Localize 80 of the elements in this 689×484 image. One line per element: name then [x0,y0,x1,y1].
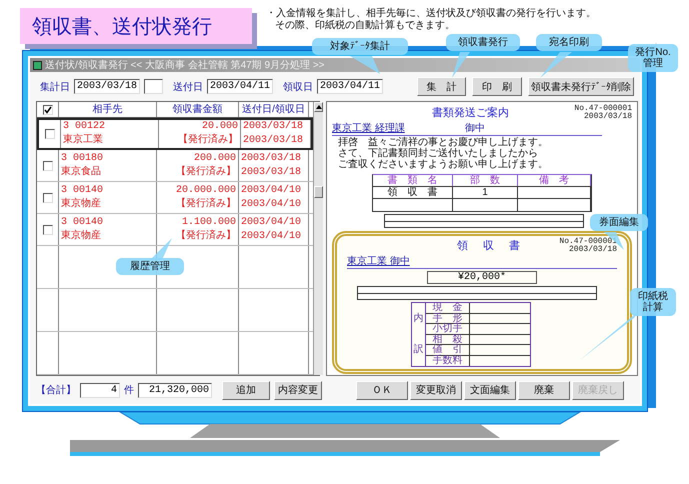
honorific-text: 御中 [464,122,485,135]
customer-name: 東京食品 [61,166,101,180]
letter-number: No.47-000001 [574,105,632,113]
customer-code: 3 00122 [63,120,106,134]
send-date: 2003/03/18 [243,120,304,134]
status-text: 【発行済み】 [176,230,236,244]
field-label: 集計日 [40,80,70,94]
send-date: 2003/04/10 [241,184,302,198]
status-text: 【発行済み】 [176,198,236,212]
total-label: 【合計】 [36,384,76,397]
table-cell: 小切手 [426,324,470,334]
customer-name: 東京物産 [61,230,101,244]
amount-text: 1.100.000 [182,216,236,230]
table-row[interactable]: 3 00122 東京工業 20.000 【発行済み】 2003/03/18 2003/03/18 [37,118,313,150]
send-date: 2003/03/18 [241,152,302,166]
table-cell: 相 殺 [426,334,470,344]
footer-button[interactable]: 廃棄 [518,380,570,400]
column-header: 備 考 [518,175,591,186]
table-row[interactable]: 3 00180 東京食品 200.000 【発行済み】 2003/03/18 2003/03/18 [37,150,313,182]
letter-body: 拝啓 益々ご清祥の事とお慶び申し上げます。 さて、下記書類同封ご送付いたしましたから ご査収くださいますようお願い申し上げます。 [338,137,549,170]
table-cell: 1 [453,187,518,198]
receipt-date: 2003/03/18 [243,134,304,148]
callout-label: 印紙税計算 [630,288,676,316]
table-cell: 手 形 [426,314,470,324]
customer-code: 3 00180 [61,152,104,166]
footer-button[interactable]: 変更取消 [410,380,462,400]
breakdown-label: 訳 [414,345,424,356]
column-header: 送付日/領収日 [239,102,309,117]
addressee-text: 東京工業 経理課 [332,122,405,135]
receipt-date: 2003/03/18 [568,246,617,254]
toolbar-button[interactable]: 領収書未発行ﾃﾞｰﾀ削除 [528,77,634,96]
column-header: 書 類 名 [373,175,453,186]
status-text: 【発行済み】 [176,166,236,180]
table-row[interactable]: 3 00140 東京物産 1.100.000 【発行済み】 2003/04/10 2003/04/10 [37,214,313,246]
callout-label: 発行No.管理 [628,44,678,72]
amount-text: 20.000 [202,120,238,134]
date-field[interactable]: 2003/04/11 [207,79,274,94]
addressee-text: 東京工業 御中 [347,254,410,268]
receipt-date: 2003/04/10 [241,230,302,244]
receipt-title: 領 収 書 [457,239,522,253]
description-text: その際、印紙税の自動計算もできます。 [274,20,456,32]
letter-date: 2003/03/18 [584,113,632,121]
customer-name: 東京工業 [63,134,103,148]
total-field: 21,320,000 [138,382,212,398]
footer-button[interactable]: 文面編集 [464,380,516,400]
table-cell: 領 収 書 [373,187,453,198]
letter-title: 書類発送ご案内 [432,106,509,120]
status-text: 【発行済み】 [178,134,238,148]
description-text: ・入金情報を集計し、相手先毎に、送付状及び領収書の発行を行います。 [266,8,596,20]
unit-label: 件 [124,384,134,397]
table-cell: 値 引 [426,345,470,355]
action-button[interactable]: 内容変更 [274,380,322,400]
date-field[interactable]: 2003/03/18 [74,79,140,94]
window-title: 送付状/領収書発行 << 大阪商事 会社管轄 第47期 9月分処理 >> [45,58,324,72]
action-button[interactable]: 追加 [222,380,270,400]
amount-text: 20.000.000 [176,184,236,198]
column-header: 部 数 [453,175,518,186]
receipt-date: 2003/03/18 [241,166,302,180]
footer-button[interactable]: ＯＫ [356,380,408,400]
field-label: 送付日 [173,80,204,94]
toolbar-button[interactable]: 印 刷 [472,77,522,96]
table-row[interactable]: 3 00140 東京物産 20.000.000 【発行済み】 2003/04/10 2003/04/10 [37,182,313,214]
field-label: 領収日 [283,80,314,94]
table-cell: 手数料 [426,356,470,366]
receipt-number: No.47-000001 [559,238,617,246]
breakdown-label: 内 [414,314,424,324]
send-date: 2003/04/10 [241,216,302,230]
customer-name: 東京物産 [61,198,101,212]
count-field: 4 [80,382,120,398]
callout-label: 宛名印刷 [536,34,602,51]
amount-text: 200.000 [194,152,236,166]
page-heading: 領収書、送付状発行 [20,8,252,44]
column-header: 相手先 [59,102,157,117]
column-header: 領収書金額 [157,102,239,117]
toolbar-button[interactable]: 集 計 [417,77,466,96]
customer-code: 3 00140 [61,216,104,230]
receipt-date: 2003/04/10 [241,198,302,212]
amount-text: ¥20,000* [427,271,537,284]
customer-code: 3 00140 [61,184,104,198]
date-field[interactable]: 2003/04/11 [317,79,384,94]
